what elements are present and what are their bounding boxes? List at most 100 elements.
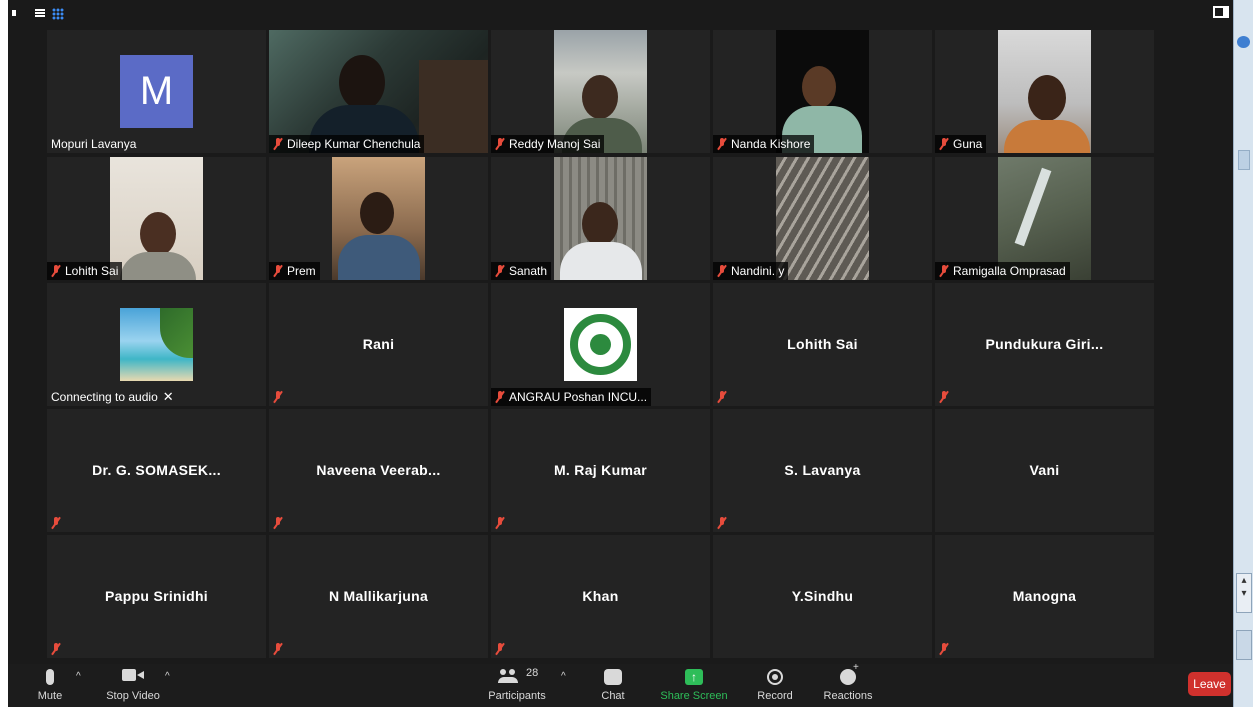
profile-picture [564, 308, 637, 381]
participant-tile[interactable]: Vani [935, 409, 1154, 532]
participant-name-label: Sanath [491, 262, 552, 280]
mic-muted-icon [51, 643, 61, 655]
participant-name-label [713, 388, 735, 406]
scroll-arrows-icon[interactable]: ▴ ▾ [1236, 573, 1252, 613]
mic-muted-icon [495, 643, 505, 655]
participant-tile[interactable]: N Mallikarjuna [269, 535, 488, 658]
participants-label: Participants [488, 690, 546, 702]
gallery-view-icon[interactable] [52, 8, 64, 20]
participant-name-center: Manogna [1012, 588, 1077, 604]
mute-button[interactable]: Mute [30, 664, 70, 707]
mic-muted-icon [495, 265, 505, 277]
participant-tile[interactable]: Connecting to audio ✕ [47, 283, 266, 406]
participant-name: Dileep Kumar Chenchula [287, 137, 421, 151]
participant-name-label: Nandini. y [713, 262, 789, 280]
participant-tile[interactable]: Sanath [491, 157, 710, 280]
participant-tile[interactable]: Nandini. y [713, 157, 932, 280]
participant-name-center: N Mallikarjuna [328, 588, 429, 604]
participant-tile[interactable]: S. Lavanya [713, 409, 932, 532]
participants-options-chevron-icon[interactable]: ^ [561, 671, 566, 682]
mic-muted-icon [273, 265, 283, 277]
reactions-button[interactable]: Reactions [818, 662, 878, 707]
participant-name: Nanda Kishore [731, 137, 811, 151]
participant-tile[interactable]: Pundukura Giri... [935, 283, 1154, 406]
participant-tile[interactable]: Manogna [935, 535, 1154, 658]
close-icon[interactable]: ✕ [163, 388, 174, 406]
record-button[interactable]: Record [752, 664, 798, 707]
participant-tile[interactable]: Guna [935, 30, 1154, 153]
participant-tile[interactable]: Pappu Srinidhi [47, 535, 266, 658]
share-screen-label: Share Screen [660, 690, 728, 702]
scrollbar-thumb[interactable] [1238, 150, 1250, 170]
participant-name-center: Khan [582, 588, 619, 604]
view-toggle-icon[interactable] [1213, 6, 1229, 18]
share-screen-button[interactable]: ↑ Share Screen [656, 664, 732, 707]
participant-tile[interactable]: Naveena Veerab... [269, 409, 488, 532]
stop-video-button[interactable]: Stop Video [100, 664, 166, 707]
participant-tile[interactable]: Ramigalla Omprasad [935, 157, 1154, 280]
participant-name: Sanath [509, 264, 548, 278]
stop-video-label: Stop Video [106, 690, 160, 702]
mic-muted-icon [273, 391, 283, 403]
participant-name: Prem [287, 264, 316, 278]
participants-button[interactable]: 28 Participants [482, 664, 552, 707]
participant-tile[interactable]: Prem [269, 157, 488, 280]
participant-name-label [935, 388, 957, 406]
participant-name-center: Rani [362, 336, 395, 352]
mic-muted-icon [939, 643, 949, 655]
chat-bubble-icon [604, 669, 622, 685]
gallery-view: M Mopuri Lavanya Dileep Kumar Chenchula [47, 30, 1157, 662]
participant-tile[interactable]: Dileep Kumar Chenchula [269, 30, 488, 153]
mic-muted-icon [717, 138, 727, 150]
participant-name-center: M. Raj Kumar [553, 462, 648, 478]
mic-muted-icon [273, 643, 283, 655]
mic-muted-icon [939, 265, 949, 277]
participant-name: Connecting to audio [51, 390, 158, 404]
mic-muted-icon [495, 138, 505, 150]
participant-tile[interactable]: Reddy Manoj Sai [491, 30, 710, 153]
mic-muted-icon [51, 517, 61, 529]
participant-name: Guna [953, 137, 983, 151]
mic-muted-icon [939, 391, 949, 403]
audio-options-chevron-icon[interactable]: ^ [76, 671, 81, 682]
participant-name: Nandini. y [731, 264, 785, 278]
mic-muted-icon [51, 265, 61, 277]
mute-label: Mute [37, 690, 63, 702]
participant-tile[interactable]: Dr. G. SOMASEK... [47, 409, 266, 532]
participant-tile[interactable]: Khan [491, 535, 710, 658]
participant-tile[interactable]: Nanda Kishore [713, 30, 932, 153]
participant-tile[interactable]: Lohith Sai [713, 283, 932, 406]
participant-name-label: Reddy Manoj Sai [491, 135, 605, 153]
participant-name-label [713, 514, 735, 532]
profile-picture [120, 308, 193, 381]
video-options-chevron-icon[interactable]: ^ [165, 671, 170, 682]
window-control-icon[interactable] [12, 10, 16, 16]
help-icon[interactable] [1237, 36, 1250, 48]
scrollbar-track[interactable] [1236, 630, 1252, 660]
participant-tile[interactable]: M Mopuri Lavanya [47, 30, 266, 153]
mic-muted-icon [717, 265, 727, 277]
leave-button[interactable]: Leave [1188, 672, 1231, 696]
participant-name: ANGRAU Poshan INCU... [509, 390, 648, 404]
participant-name: Mopuri Lavanya [51, 137, 137, 151]
chat-button[interactable]: Chat [593, 664, 633, 707]
participant-tile[interactable]: M. Raj Kumar [491, 409, 710, 532]
participant-tile[interactable]: ANGRAU Poshan INCU... [491, 283, 710, 406]
menu-icon[interactable] [35, 9, 45, 17]
participant-name-center: Y.Sindhu [791, 588, 854, 604]
participant-name-label [269, 388, 291, 406]
participant-name-center: Pappu Srinidhi [105, 588, 208, 604]
participant-tile[interactable]: Lohith Sai [47, 157, 266, 280]
reactions-label: Reactions [823, 690, 873, 702]
mic-muted-icon [717, 517, 727, 529]
participant-tile[interactable]: Y.Sindhu [713, 535, 932, 658]
participant-name-label: Prem [269, 262, 320, 280]
participant-name-label: Mopuri Lavanya [47, 135, 140, 153]
microphone-icon [46, 669, 54, 685]
meeting-toolbar: Mute ^ Stop Video ^ 28 Participants ^ Ch… [8, 662, 1233, 707]
participant-name: Ramigalla Omprasad [953, 264, 1066, 278]
participant-name-label: Dileep Kumar Chenchula [269, 135, 425, 153]
right-side-panel: ▴ ▾ [1233, 0, 1253, 707]
participant-tile[interactable]: Rani [269, 283, 488, 406]
participant-name-label [47, 514, 69, 532]
